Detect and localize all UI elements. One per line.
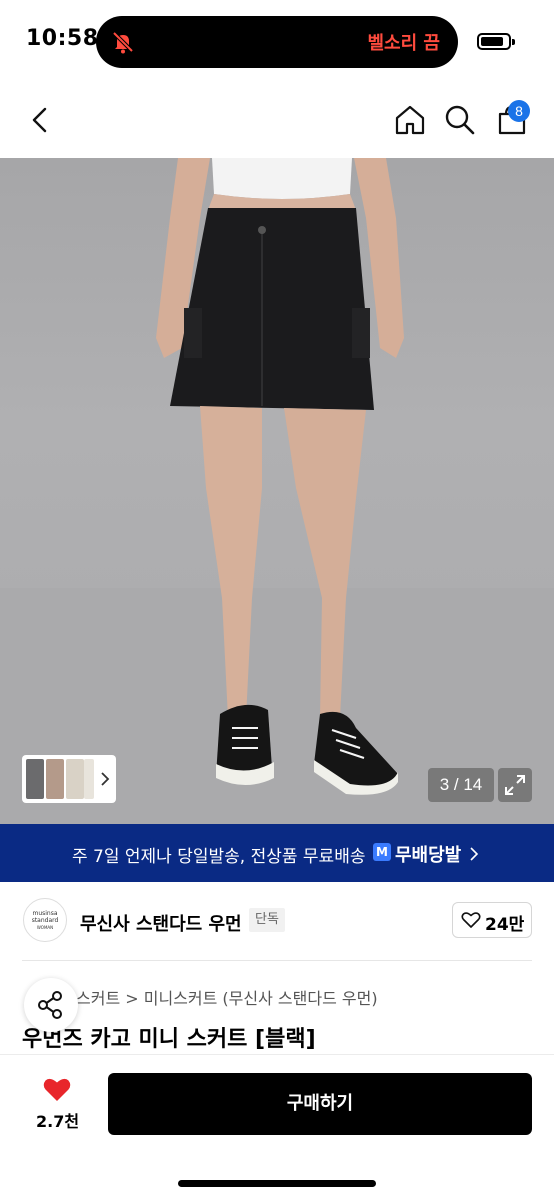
product-photo	[0, 158, 554, 824]
product-image[interactable]	[0, 158, 554, 824]
brand-logo-line: musinsa	[32, 910, 58, 917]
expand-button[interactable]	[498, 768, 532, 802]
thumbnail-2[interactable]	[46, 759, 64, 799]
buy-button[interactable]: 구매하기	[108, 1073, 532, 1135]
shipping-text: 주 7일 언제나 당일발송, 전상품 무료배송	[72, 847, 366, 867]
brand-logo-line: WOMAN	[36, 925, 54, 930]
home-icon[interactable]	[392, 102, 428, 138]
breadcrumb-text[interactable]: 스커트 > 미니스커트 (무신사 스탠다드 우먼)	[76, 989, 378, 1008]
status-bar: 10:58 벨소리 끔	[0, 0, 554, 84]
share-button[interactable]	[24, 978, 78, 1032]
expand-icon	[505, 775, 525, 795]
brand-name[interactable]: 무신사 스탠다드 우먼	[80, 910, 242, 936]
brand-like-button[interactable]: 24만	[452, 902, 532, 938]
shipping-badge: M	[373, 843, 391, 861]
battery-icon	[477, 33, 515, 50]
dynamic-island: 벨소리 끔	[96, 16, 458, 68]
nav-bar	[0, 84, 554, 158]
shipping-brand: 무배당발	[395, 845, 462, 866]
heart-outline-icon	[461, 912, 481, 928]
chevron-right-icon	[470, 847, 479, 861]
cart-count-badge: 8	[508, 100, 530, 122]
back-icon[interactable]	[22, 102, 58, 138]
brand-row[interactable]: musinsa standard WOMAN 무신사 스탠다드 우먼 단독 24…	[0, 882, 554, 960]
exclusive-tag: 단독	[249, 908, 285, 932]
wish-count: 2.7천	[36, 1112, 80, 1131]
divider	[22, 960, 532, 961]
shipping-banner[interactable]: 주 7일 언제나 당일발송, 전상품 무료배송 M 무배당발	[0, 824, 554, 882]
share-icon	[38, 991, 62, 1019]
ringer-off-label: 벨소리 끔	[367, 33, 440, 54]
search-icon[interactable]	[442, 102, 478, 138]
thumbnail-4[interactable]	[84, 759, 94, 799]
brand-logo[interactable]: musinsa standard WOMAN	[23, 898, 67, 942]
heart-filled-icon[interactable]	[42, 1076, 72, 1103]
bell-slash-icon	[112, 31, 134, 54]
image-counter: 3 / 14	[428, 768, 494, 802]
thumbnail-3[interactable]	[66, 759, 84, 799]
chevron-right-icon[interactable]	[98, 771, 112, 787]
status-time: 10:58	[26, 26, 99, 51]
brand-logo-line: standard	[31, 917, 59, 924]
thumbnail-1[interactable]	[26, 759, 44, 799]
brand-like-count: 24만	[485, 915, 525, 935]
home-indicator	[178, 1180, 376, 1187]
